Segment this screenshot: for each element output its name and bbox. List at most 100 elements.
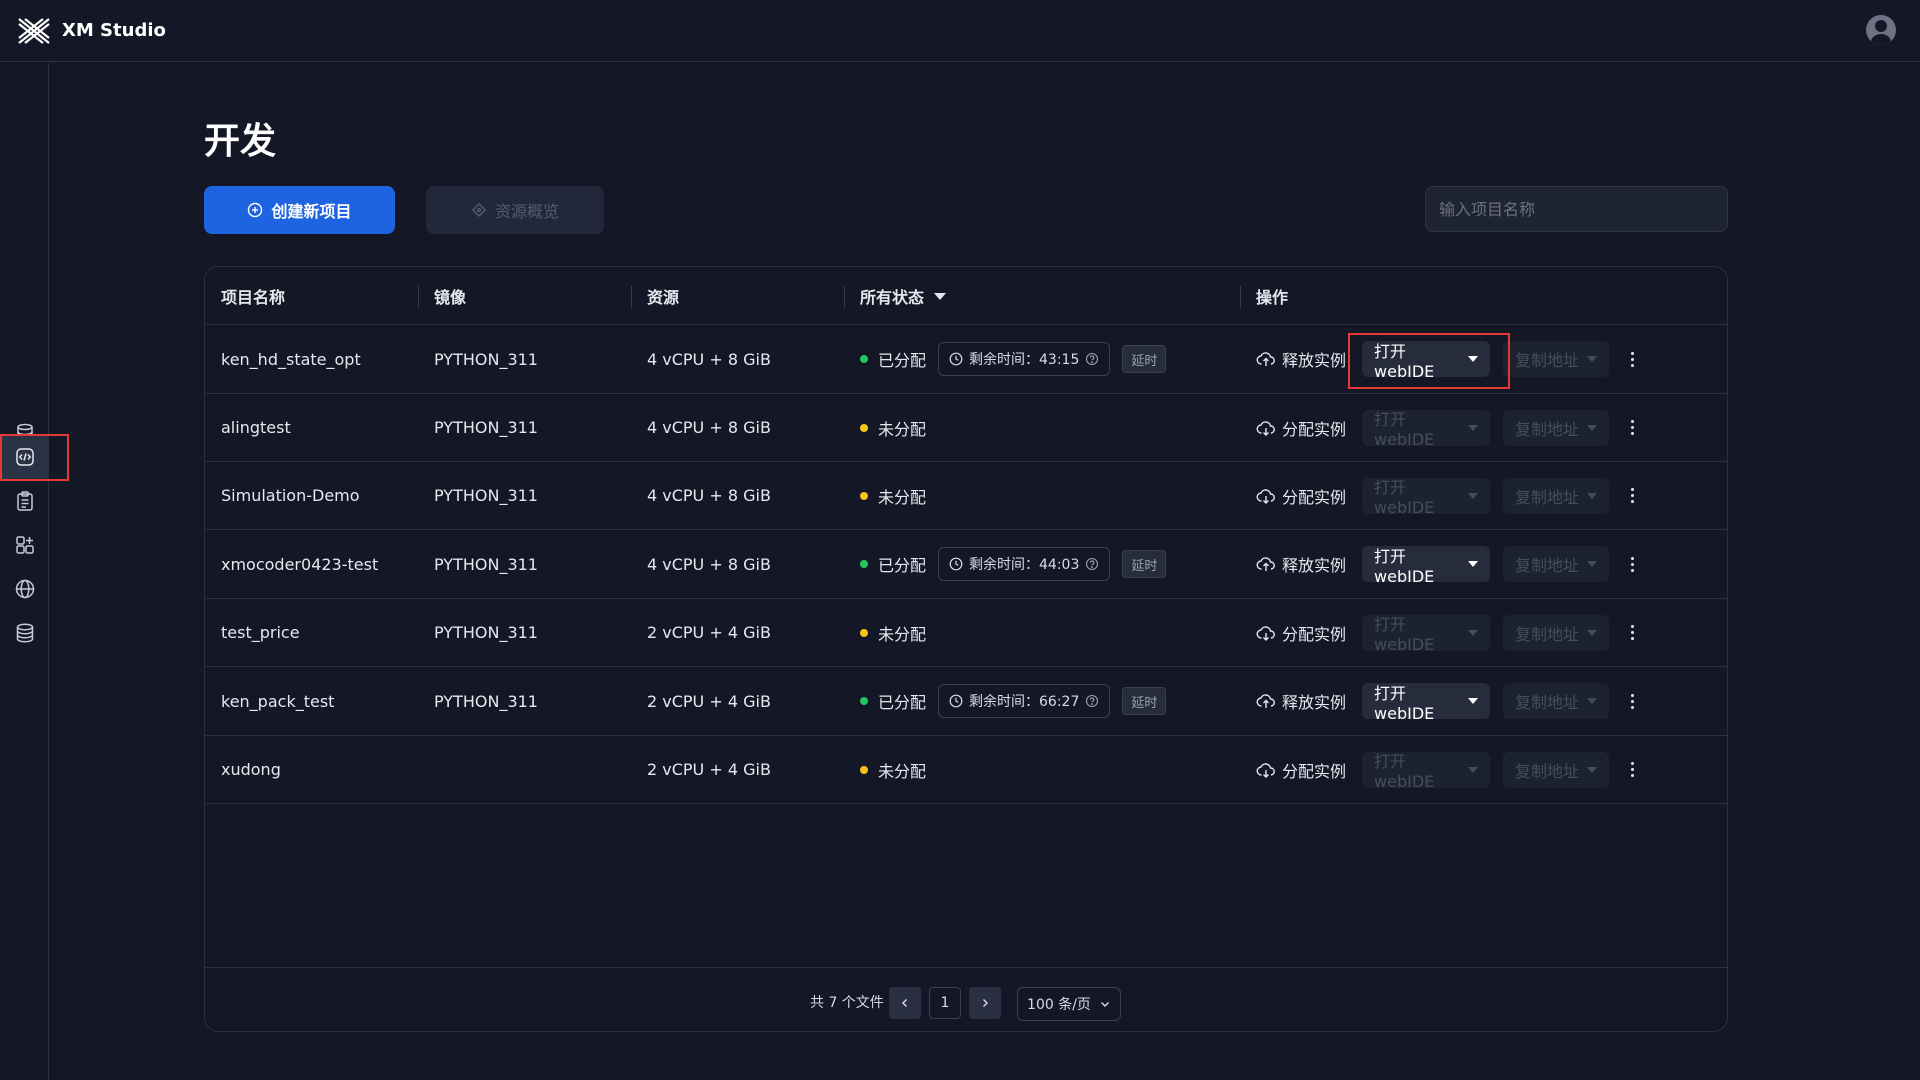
caret-down-icon [1468,766,1479,773]
sidebar [0,63,49,1080]
project-name[interactable]: Simulation-Demo [221,462,360,529]
project-name[interactable]: xudong [221,736,281,803]
extend-button[interactable]: 延时 [1122,550,1167,578]
release-instance-button[interactable]: 释放实例 [1256,689,1346,713]
page-size-label: 100 条/页 [1027,997,1091,1013]
globe-icon [15,579,34,599]
project-image: PYTHON_311 [434,554,538,574]
copy-address-button[interactable]: 复制地址 [1503,341,1610,377]
status-dot [860,423,868,432]
table-row: xmocoder0423-test PYTHON_311 4 vCPU + 8 … [205,530,1727,599]
copy-address-button[interactable]: 复制地址 [1503,614,1610,651]
resource-overview-button[interactable]: 资源概览 [426,186,604,234]
sidebar-item-data[interactable] [0,611,49,655]
copy-address-button[interactable]: 复制地址 [1503,546,1610,582]
copy-address-button[interactable]: 复制地址 [1503,683,1610,719]
table-row: test_price PYTHON_311 2 vCPU + 4 GiB 未分配… [205,599,1727,667]
project-resource: 4 vCPU + 8 GiB [647,554,771,574]
open-webide-button[interactable]: 打开webIDE [1362,546,1491,586]
header-divider [631,286,632,308]
status-text: 未分配 [878,624,927,644]
page-number-button[interactable]: 1 [929,987,961,1019]
open-webide-button[interactable]: 打开webIDE [1362,409,1491,449]
page-size-select[interactable]: 100 条/页 [1017,987,1121,1021]
sidebar-item-apps[interactable] [0,523,49,567]
caret-down-icon [1587,492,1598,499]
more-options-icon[interactable] [1624,556,1640,572]
actions-cell: 分配实例 打开webIDE 复制地址 [1256,736,1640,803]
open-webide-button[interactable]: 打开webIDE [1362,683,1491,723]
status-cell: 已分配 剩余时间：43:15 延时 [860,325,1167,393]
more-options-icon[interactable] [1624,420,1640,435]
project-resource: 2 vCPU + 4 GiB [647,691,771,711]
status-text: 已分配 [878,351,927,370]
copy-address-button[interactable]: 复制地址 [1503,477,1610,514]
header-divider [1240,286,1241,308]
brand-name: XM Studio [62,20,166,41]
project-name[interactable]: xmocoder0423-test [221,530,378,598]
instance-action-label: 释放实例 [1282,351,1347,370]
assign-instance-button[interactable]: 分配实例 [1256,416,1346,440]
assign-instance-button[interactable]: 分配实例 [1256,484,1346,508]
caret-down-icon [1587,424,1598,431]
chevron-right-icon [983,999,988,1007]
help-icon[interactable] [1085,694,1099,708]
copy-address-button[interactable]: 复制地址 [1503,409,1610,446]
more-options-icon[interactable] [1624,488,1640,503]
open-webide-button[interactable]: 打开webIDE [1362,477,1491,517]
instance-action-label: 释放实例 [1282,556,1347,575]
cloud-release-icon [1256,557,1275,571]
resource-overview-label: 资源概览 [494,202,559,221]
project-name[interactable]: test_price [221,599,300,666]
project-name[interactable]: ken_hd_state_opt [221,325,361,393]
caret-down-icon [1468,561,1479,567]
caret-down-icon [1587,356,1598,362]
project-table: 项目名称 镜像 资源 所有状态 操作 ken_hd_state_opt PYTH… [204,266,1728,1032]
copy-address-label: 复制地址 [1515,624,1580,644]
sidebar-item-develop[interactable] [0,435,49,479]
extend-button[interactable]: 延时 [1122,345,1167,373]
open-webide-button[interactable]: 打开webIDE [1362,751,1491,791]
project-name[interactable]: alingtest [221,394,291,461]
next-page-button[interactable] [969,987,1001,1019]
table-row: ken_pack_test PYTHON_311 2 vCPU + 4 GiB … [205,667,1727,736]
help-icon[interactable] [1085,557,1099,571]
caret-down-icon [1587,766,1598,773]
project-image: PYTHON_311 [434,691,538,711]
header-image: 镜像 [434,288,467,307]
remaining-time-badge: 剩余时间：66:27 [938,684,1111,718]
more-options-icon[interactable] [1624,351,1640,367]
assign-instance-button[interactable]: 分配实例 [1256,621,1346,645]
release-instance-button[interactable]: 释放实例 [1256,347,1346,371]
sidebar-item-network[interactable] [0,567,49,611]
status-filter-dropdown[interactable]: 所有状态 [860,267,947,325]
copy-address-button[interactable]: 复制地址 [1503,751,1610,788]
user-avatar-icon[interactable] [1866,15,1896,45]
cloud-assign-icon [1256,762,1275,778]
header-name: 项目名称 [221,288,286,307]
project-name[interactable]: ken_pack_test [221,667,334,735]
create-project-button[interactable]: 创建新项目 [204,186,395,234]
open-webide-button[interactable]: 打开webIDE [1362,614,1491,654]
open-webide-button[interactable]: 打开webIDE [1362,341,1491,381]
extend-button[interactable]: 延时 [1122,687,1167,715]
remaining-time-badge: 剩余时间：43:15 [938,342,1111,376]
more-options-icon[interactable] [1624,625,1640,640]
project-search-input[interactable] [1425,186,1728,232]
assign-instance-button[interactable]: 分配实例 [1256,758,1346,782]
status-text: 未分配 [878,419,927,439]
table-row: xudong 2 vCPU + 4 GiB 未分配 分配实例 打开webIDE … [205,736,1727,804]
prev-page-button[interactable] [889,987,921,1019]
status-cell: 未分配 [860,736,926,803]
sidebar-item-tasks[interactable] [0,479,49,523]
copy-address-label: 复制地址 [1515,693,1580,712]
remaining-time-text: 剩余时间：43:15 [969,352,1080,368]
status-filter-label: 所有状态 [860,288,925,307]
status-dot [860,697,868,705]
release-instance-button[interactable]: 释放实例 [1256,552,1346,576]
more-options-icon[interactable] [1624,693,1640,709]
help-icon[interactable] [1085,352,1099,366]
more-options-icon[interactable] [1624,762,1640,777]
copy-address-label: 复制地址 [1515,761,1580,781]
table-row: alingtest PYTHON_311 4 vCPU + 8 GiB 未分配 … [205,394,1727,462]
